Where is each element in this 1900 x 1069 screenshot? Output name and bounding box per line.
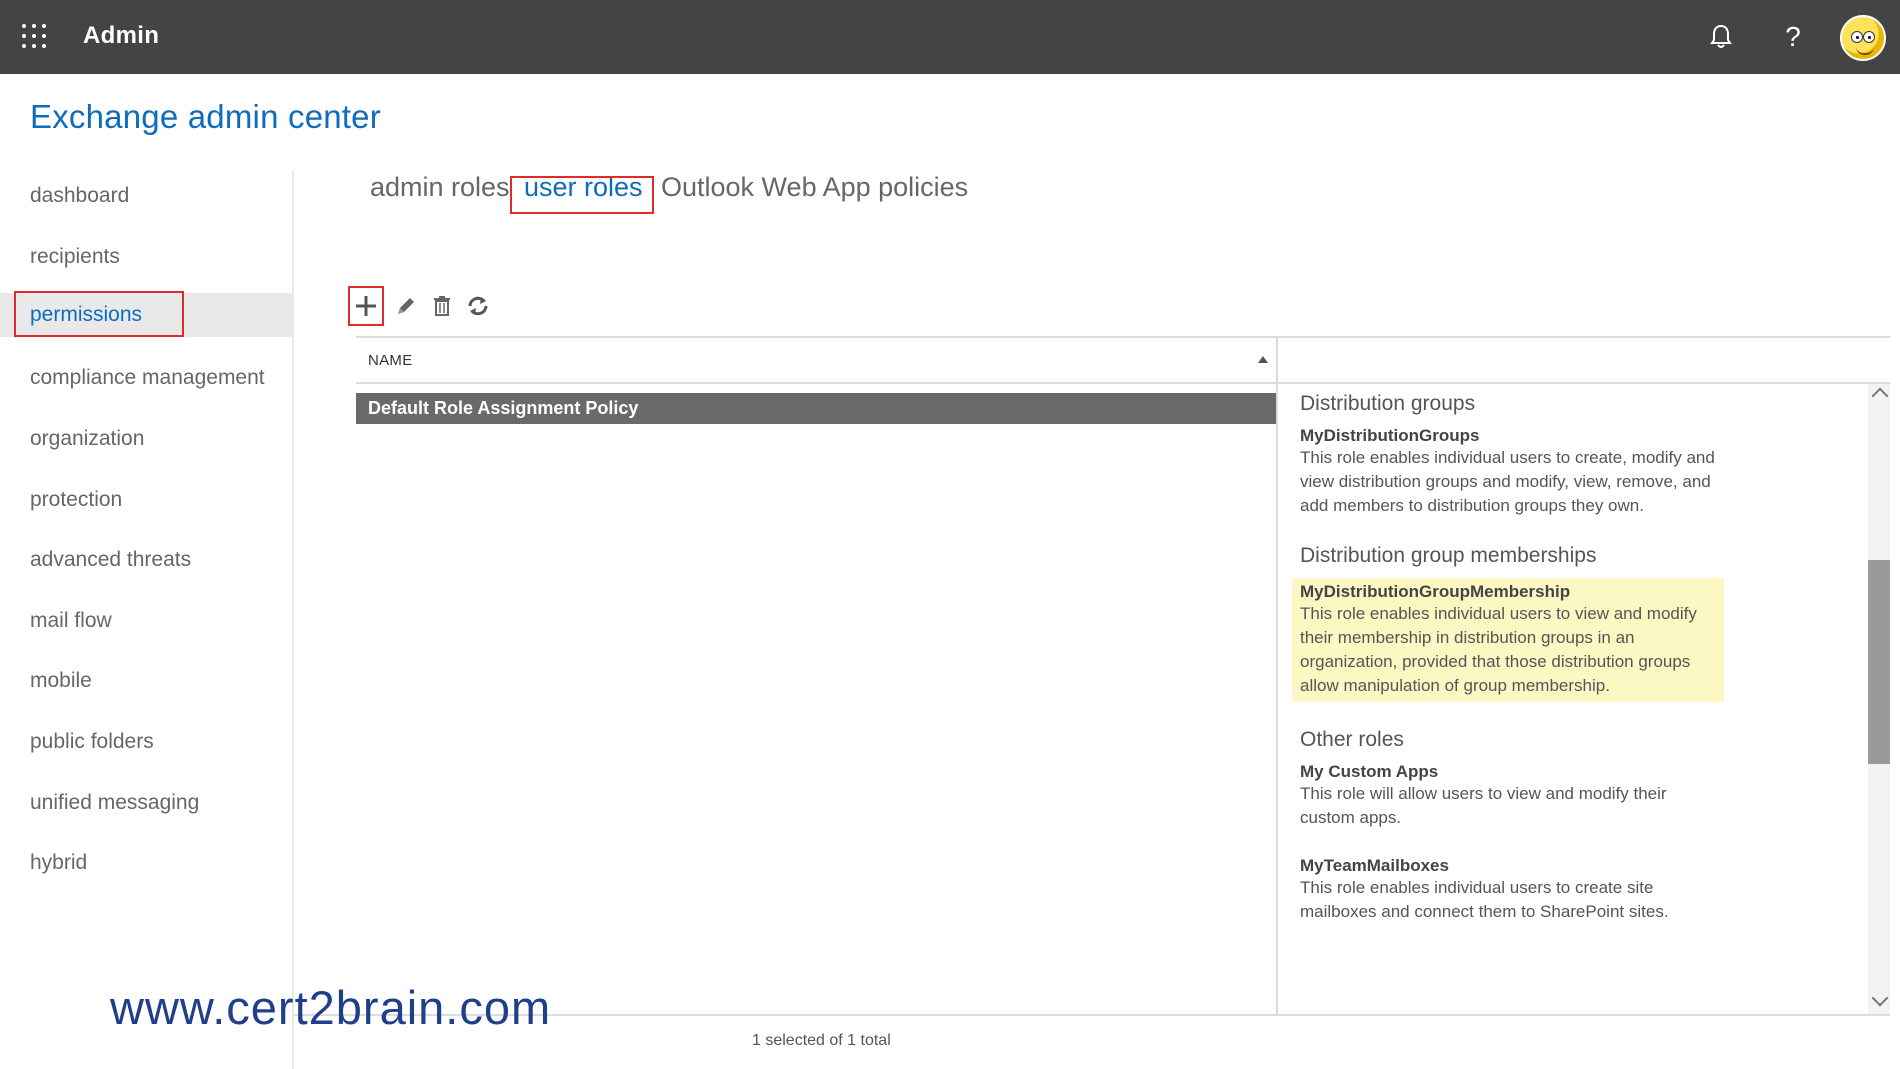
section-title: Other roles — [1300, 728, 1404, 751]
sidebar-item-mail-flow[interactable]: mail flow — [0, 599, 294, 643]
role-description: This role enables individual users to vi… — [1300, 604, 1697, 695]
watermark: www.cert2brain.com — [110, 981, 552, 1034]
section-title: Distribution group memberships — [1300, 544, 1597, 567]
edit-icon[interactable] — [388, 286, 424, 326]
sidebar-nav: dashboard recipients permissions complia… — [0, 170, 294, 1069]
sidebar-item-recipients[interactable]: recipients — [0, 235, 294, 279]
scroll-thumb[interactable] — [1868, 560, 1890, 764]
help-icon[interactable]: ? — [1776, 20, 1810, 54]
toolbar — [348, 286, 508, 330]
sidebar-item-public-folders[interactable]: public folders — [0, 720, 294, 764]
name-column-header[interactable]: NAME — [368, 352, 413, 369]
role-name: MyDistributionGroups — [1300, 426, 1480, 445]
details-header — [1276, 336, 1890, 384]
highlight-box — [14, 291, 184, 337]
role-description: This role enables individual users to cr… — [1300, 878, 1669, 921]
sidebar-item-protection[interactable]: protection — [0, 478, 294, 522]
help-glyph: ? — [1785, 21, 1801, 52]
app-name: Admin — [83, 22, 160, 49]
sidebar-item-advanced-threats[interactable]: advanced threats — [0, 538, 294, 582]
details-scrollbar[interactable] — [1868, 384, 1890, 1014]
role-description: This role will allow users to view and m… — [1300, 784, 1667, 827]
refresh-icon[interactable] — [460, 286, 496, 326]
selection-status: 1 selected of 1 total — [752, 1032, 891, 1049]
app-launcher-icon[interactable] — [22, 24, 48, 50]
sort-ascending-icon[interactable] — [1258, 356, 1268, 363]
role-name: MyTeamMailboxes — [1300, 856, 1449, 875]
scroll-down-icon[interactable] — [1871, 989, 1889, 1007]
sidebar-item-compliance-management[interactable]: compliance management — [0, 356, 294, 400]
role-name: MyDistributionGroupMembership — [1300, 582, 1571, 601]
role-name: My Custom Apps — [1300, 762, 1439, 781]
tab-admin-roles[interactable]: admin roles — [370, 172, 510, 203]
delete-icon[interactable] — [424, 286, 460, 326]
scroll-up-icon[interactable] — [1871, 387, 1889, 405]
sidebar-item-dashboard[interactable]: dashboard — [0, 174, 294, 218]
top-bar: Admin ? — [0, 0, 1900, 74]
sidebar-item-mobile[interactable]: mobile — [0, 659, 294, 703]
table-row[interactable]: Default Role Assignment Policy — [356, 393, 1276, 424]
list-header: NAME — [356, 336, 1276, 384]
add-icon[interactable] — [348, 286, 384, 326]
highlight-box — [510, 176, 654, 214]
sidebar-item-permissions[interactable]: permissions — [0, 291, 294, 337]
sidebar-item-hybrid[interactable]: hybrid — [0, 841, 294, 885]
section-title: Distribution groups — [1300, 392, 1476, 415]
bell-icon[interactable] — [1704, 20, 1738, 54]
sidebar-item-unified-messaging[interactable]: unified messaging — [0, 781, 294, 825]
details-pane: Distribution groups MyDistributionGroups… — [1276, 384, 1868, 1014]
sidebar-item-organization[interactable]: organization — [0, 417, 294, 461]
highlighted-role: MyDistributionGroupMembership This role … — [1292, 578, 1724, 702]
role-description: This role enables individual users to cr… — [1300, 448, 1715, 515]
page-title: Exchange admin center — [30, 98, 381, 135]
avatar[interactable] — [1840, 15, 1886, 61]
tab-outlook-web-app-policies[interactable]: Outlook Web App policies — [661, 172, 968, 203]
